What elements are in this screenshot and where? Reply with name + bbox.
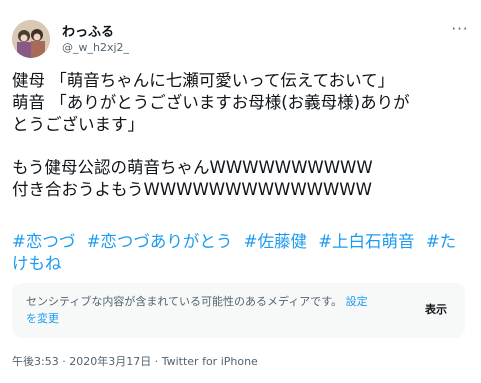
show-media-button[interactable]: 表示 [417,299,455,321]
tweet-meta: 午後3:53 · 2020年3月17日 · Twitter for iPhone [12,353,258,369]
tweet-time[interactable]: 午後3:53 [12,355,59,368]
hashtag-link[interactable]: #た [426,232,456,251]
change-settings-link[interactable]: 設定 [346,295,368,308]
sensitive-media-text: センシティブな内容が含まれている可能性のあるメディアです。 設定 を変更 [26,293,411,327]
sensitive-warning-text: センシティブな内容が含まれている可能性のあるメディアです。 [26,295,343,308]
display-name[interactable]: わっふる [62,21,114,40]
tweet-line: 付き合おうよもうWWWWWWWWWWWWWW [12,180,372,199]
more-options-icon[interactable]: ··· [448,20,472,40]
tweet-line: とうございます」 [12,115,144,134]
tweet-line: 健母 「萌音ちゃんに七瀬可愛いって伝えておいて」 [12,71,395,90]
sensitive-media-notice: センシティブな内容が含まれている可能性のあるメディアです。 設定 を変更 表示 [12,283,465,338]
change-settings-link-continued[interactable]: を変更 [26,312,59,325]
tweet-text: 健母 「萌音ちゃんに七瀬可愛いって伝えておいて」 萌音 「ありがとうございますお… [12,70,474,201]
hashtag-link-continued[interactable]: けもね [12,254,62,273]
hashtag-list: #恋つづ #恋つづありがとう #佐藤健 #上白石萌音 #た けもね [12,231,474,275]
tweet-source-app[interactable]: Twitter for iPhone [162,355,258,368]
hashtag-link[interactable]: #佐藤健 [244,232,307,251]
tweet-line: もう健母公認の萌音ちゃんWWWWWWWWWW [12,158,373,177]
avatar-photo-icon [12,20,50,58]
tweet-line: 萌音 「ありがとうございますお母様(お義母様)ありが [12,93,410,112]
tweet-date[interactable]: 2020年3月17日 [69,355,151,368]
meta-separator: · [58,355,70,368]
tweet-card: わっふる @_w_h2xj2_ ··· 健母 「萌音ちゃんに七瀬可愛いって伝えて… [0,0,481,383]
user-handle[interactable]: @_w_h2xj2_ [62,41,129,54]
meta-separator: · [151,355,162,368]
hashtag-link[interactable]: #恋つづありがとう [87,232,233,251]
hashtag-link[interactable]: #上白石萌音 [318,232,414,251]
hashtag-link[interactable]: #恋つづ [12,232,75,251]
avatar[interactable] [12,20,50,58]
